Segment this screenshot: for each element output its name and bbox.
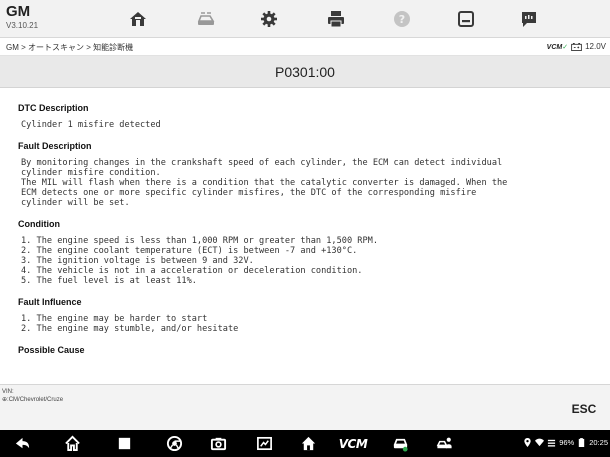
section-body: 1. The engine speed is less than 1,000 R… <box>18 236 600 286</box>
section-text-line: 1. The engine speed is less than 1,000 R… <box>21 236 378 246</box>
section-text-line: 1. The engine may be harder to start <box>21 314 208 324</box>
camera-icon <box>210 437 226 451</box>
home-icon <box>64 435 80 452</box>
settings-button[interactable] <box>243 4 295 34</box>
help-button[interactable]: ? <box>376 4 428 34</box>
section-text-line: cylinder will be set. <box>21 198 130 208</box>
section-text-line: cylinder misfire condition. <box>21 168 161 178</box>
back-icon <box>15 437 29 449</box>
section-title: Fault Description <box>18 141 92 151</box>
save-button[interactable] <box>440 4 492 34</box>
dtc-help-content[interactable]: DTC Description Cylinder 1 misfire detect… <box>0 88 610 384</box>
vehicle-info: VIN: ⊕:CM/Chevrolet/Cruze <box>2 388 63 404</box>
section-text-line: 3. The ignition voltage is between 9 and… <box>21 256 254 266</box>
signal-icon <box>548 439 556 447</box>
help-icon: ? <box>394 11 410 27</box>
battery-voltage-icon <box>571 42 582 51</box>
shop-manager-button[interactable] <box>430 433 458 454</box>
android-home-button[interactable] <box>58 433 86 454</box>
section-title: DTC Description <box>18 103 89 113</box>
section-title: Condition <box>18 219 60 229</box>
vin-label: VIN: <box>2 389 14 395</box>
home-icon <box>130 12 146 26</box>
section-title: Fault Influence <box>18 297 82 307</box>
gear-icon <box>261 11 277 27</box>
back-button[interactable] <box>8 433 36 454</box>
vehicle-menu-icon <box>393 438 408 452</box>
section-text-line: Cylinder 1 misfire detected <box>21 120 161 130</box>
screenshot-icon <box>256 436 272 451</box>
vehicle-make: GM <box>6 3 31 20</box>
vehicle-swap-button[interactable] <box>180 4 232 34</box>
screenshot-button[interactable] <box>250 433 278 454</box>
section-text-line: By monitoring changes in the crankshaft … <box>21 158 503 168</box>
brand: GM V3.10.21 <box>6 4 38 30</box>
home-button[interactable] <box>112 4 164 34</box>
voltage-value: 12.0V <box>585 42 606 51</box>
save-icon <box>458 11 474 27</box>
svg-text:?: ? <box>399 13 405 26</box>
camera-button[interactable] <box>204 433 232 454</box>
chat-icon <box>522 12 536 27</box>
vcm-connection-label: VCM✓ <box>546 43 569 51</box>
vehicle-swap-icon <box>197 12 215 25</box>
location-icon <box>524 438 531 447</box>
clock: 20:25 <box>589 438 608 447</box>
breadcrumb: GM > オートスキャン > 知能診断機 <box>6 43 134 52</box>
esc-button[interactable]: ESC <box>562 391 606 427</box>
vehicle-info-bar: VIN: ⊕:CM/Chevrolet/Cruze ESC <box>0 384 610 430</box>
wifi-icon <box>535 438 545 447</box>
section-text-line: 5. The fuel level is at least 11%. <box>21 276 197 286</box>
print-button[interactable] <box>310 4 362 34</box>
top-toolbar: GM V3.10.21 ? <box>0 0 610 38</box>
section-text-line: 2. The engine may stumble, and/or hesita… <box>21 324 239 334</box>
software-version: V3.10.21 <box>6 21 39 30</box>
maxisys-home-icon <box>301 436 315 451</box>
section-body: By monitoring changes in the crankshaft … <box>18 158 600 208</box>
section-title: Possible Cause <box>18 345 85 355</box>
browser-icon <box>166 435 182 452</box>
section-text-line: The MIL will flash when there is a condi… <box>21 178 508 188</box>
page-title-bar: P0301:00 <box>0 56 610 88</box>
section-text-line: ECM detects one or more specific cylinde… <box>21 188 477 198</box>
datalogging-button[interactable] <box>503 4 555 34</box>
shop-manager-icon <box>436 437 452 449</box>
section-body: 1. The engine may be harder to start 2. T… <box>18 314 600 334</box>
vehicle-path: ⊕:CM/Chevrolet/Cruze <box>2 397 64 403</box>
system-nav-bar: VCM 96% 20:25 <box>0 430 610 457</box>
recent-apps-button[interactable] <box>110 433 138 454</box>
battery-icon <box>579 438 585 447</box>
section-text-line: 2. The engine coolant temperature (ECT) … <box>21 246 358 256</box>
recent-apps-icon <box>118 437 130 450</box>
vehicle-menu-button[interactable] <box>386 433 414 454</box>
section-body: Cylinder 1 misfire detected <box>18 120 600 130</box>
breadcrumb-bar: GM > オートスキャン > 知能診断機 VCM✓ 12.0V <box>0 38 610 56</box>
status-bar: 96% 20:25 <box>523 438 608 447</box>
vcm-icon: VCM <box>338 436 368 451</box>
printer-icon <box>328 11 344 28</box>
vcm-manager-button[interactable]: VCM <box>336 433 370 454</box>
battery-percent: 96% <box>559 438 575 447</box>
maxisys-home-button[interactable] <box>294 433 322 454</box>
page-title: P0301:00 <box>275 63 335 80</box>
vcm-status: VCM✓ 12.0V <box>547 42 606 51</box>
browser-button[interactable] <box>160 433 188 454</box>
section-text-line: 4. The vehicle is not in a acceleration … <box>21 266 363 276</box>
